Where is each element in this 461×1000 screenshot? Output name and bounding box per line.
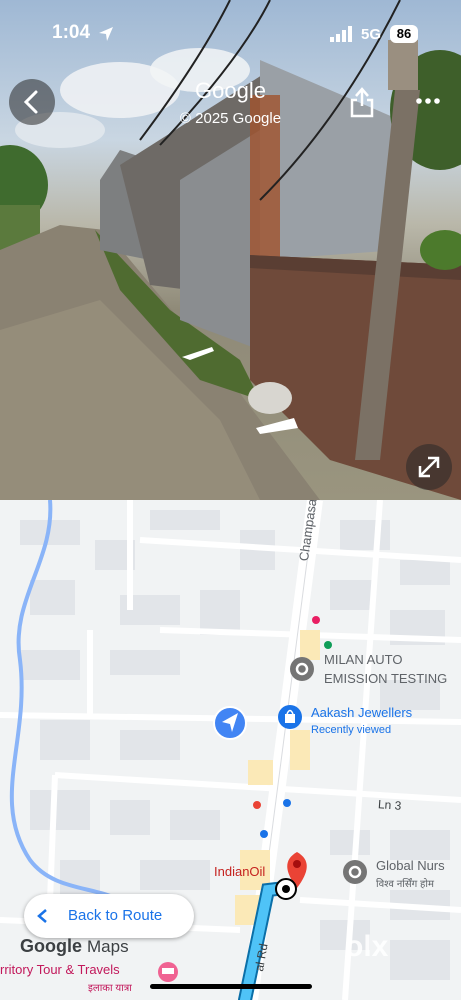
street-view-image[interactable] bbox=[0, 0, 461, 500]
watermark: olx bbox=[345, 930, 389, 963]
poi-dot[interactable] bbox=[312, 616, 320, 624]
expand-icon bbox=[418, 456, 440, 478]
more-options-icon[interactable] bbox=[415, 96, 441, 106]
street-view-title: Google bbox=[195, 78, 266, 103]
poi-dot[interactable] bbox=[283, 799, 291, 807]
location-arrow-icon bbox=[99, 27, 113, 41]
current-location-icon bbox=[275, 878, 297, 900]
poi-label-global-hindi: विश्व नर्सिंग होम bbox=[376, 879, 434, 890]
poi-label-milan[interactable]: MILAN AUTO bbox=[324, 652, 403, 667]
gear-poi-icon[interactable] bbox=[290, 657, 314, 681]
poi-label-indianoil[interactable]: IndianOil bbox=[214, 864, 265, 879]
street-view-copyright: © 2025 Google bbox=[179, 110, 282, 127]
status-time: 1:04 bbox=[52, 22, 91, 43]
street-label-ln3: Ln 3 bbox=[377, 797, 402, 813]
back-to-route-button[interactable]: Back to Route bbox=[24, 894, 194, 938]
shopping-bag-poi-icon[interactable] bbox=[278, 705, 302, 729]
street-view-panel[interactable] bbox=[0, 0, 461, 500]
poi-label-global[interactable]: Global Nurs bbox=[376, 858, 445, 873]
back-to-route-label: Back to Route bbox=[68, 907, 163, 924]
poi-label-milan-line2[interactable]: EMISSION TESTING bbox=[324, 671, 447, 686]
share-icon[interactable] bbox=[348, 86, 376, 118]
chevron-left-icon bbox=[37, 909, 47, 923]
poi-label-aakash-sub: Recently viewed bbox=[311, 724, 392, 736]
poi-dot[interactable] bbox=[324, 641, 332, 649]
google-maps-logo: Google Maps bbox=[20, 936, 129, 956]
home-indicator[interactable] bbox=[150, 984, 312, 989]
poi-label-tour-hindi: इलाका यात्रा bbox=[88, 983, 132, 994]
status-bar: 1:04 5G 86 bbox=[0, 0, 461, 70]
nursing-home-poi-icon[interactable] bbox=[343, 860, 367, 884]
poi-dot[interactable] bbox=[260, 830, 268, 838]
poi-label-aakash[interactable]: Aakash Jewellers bbox=[311, 705, 412, 720]
navigation-arrow-icon[interactable] bbox=[213, 706, 247, 740]
expand-button[interactable] bbox=[406, 444, 452, 490]
battery-indicator: 86 bbox=[390, 25, 418, 43]
poi-dot[interactable] bbox=[253, 801, 261, 809]
network-type: 5G bbox=[361, 26, 382, 43]
poi-label-tour[interactable]: rritory Tour & Travels bbox=[0, 962, 120, 977]
hotel-poi-icon[interactable] bbox=[158, 962, 178, 982]
signal-icon bbox=[330, 26, 352, 42]
